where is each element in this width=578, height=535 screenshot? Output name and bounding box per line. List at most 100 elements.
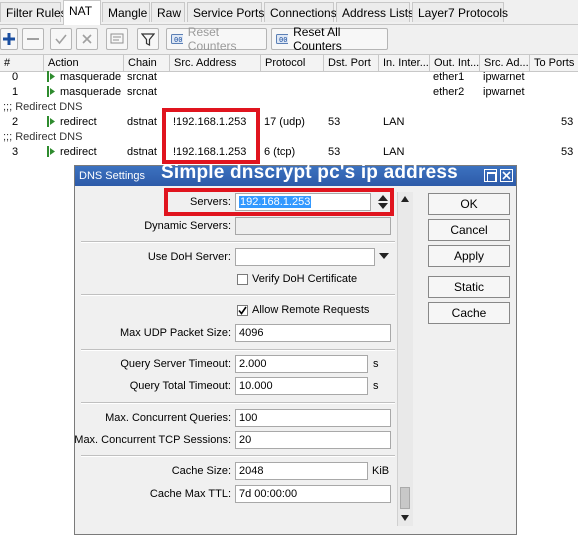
col-dst-port[interactable]: Dst. Port (324, 55, 379, 71)
table-row[interactable]: 1 masquerade srcnat ether2 ipwarnet (0, 85, 578, 100)
row-num: 1 (12, 86, 19, 98)
action-icon (47, 146, 55, 157)
apply-button[interactable]: Apply (428, 245, 510, 267)
scroll-up-icon[interactable] (401, 196, 409, 202)
row-protocol: 17 (udp) (264, 116, 305, 128)
reset-counters-icon: 00 (171, 34, 183, 44)
row-num: 3 (12, 146, 19, 158)
row-out-interface: ether2 (433, 86, 465, 98)
dropdown-arrow-icon[interactable] (379, 253, 389, 260)
svg-text:00: 00 (279, 36, 287, 44)
plus-icon (3, 33, 15, 45)
servers-value: 192.168.1.253 (239, 196, 312, 208)
row-dst-port: 53 (328, 146, 341, 158)
row-in-interface: LAN (383, 116, 405, 128)
row-action: redirect (47, 145, 97, 160)
table-row[interactable]: 3 redirect dstnat !192.168.1.253 6 (tcp)… (0, 145, 578, 160)
window-titlebar[interactable]: DNS Settings Simple dnscrypt pc's ip add… (75, 162, 516, 186)
tab-connections[interactable]: Connections (264, 2, 337, 22)
tab-filter-rules[interactable]: Filter Rules (0, 2, 67, 22)
separator (81, 402, 395, 404)
filter-button[interactable] (137, 28, 159, 50)
col-in-interface[interactable]: In. Inter... (379, 55, 430, 71)
filter-icon (141, 32, 155, 46)
row-out-interface: ether1 (433, 71, 465, 83)
row-in-interface: LAN (383, 146, 405, 158)
cache-max-ttl-input[interactable]: 7d 00:00:00 (235, 485, 391, 503)
row-action: masquerade (47, 70, 121, 85)
cache-max-ttl-label: Cache Max TTL: (149, 488, 231, 500)
close-icon[interactable] (500, 169, 513, 182)
separator (81, 349, 395, 351)
maximize-icon[interactable] (484, 169, 497, 182)
col-src-address-list[interactable]: Src. Ad... (480, 55, 530, 71)
use-doh-input[interactable] (235, 248, 375, 266)
comment-button[interactable] (106, 28, 128, 50)
tab-address-lists[interactable]: Address Lists (336, 2, 414, 22)
reset-all-counters-icon: 00 (276, 34, 289, 44)
enable-button[interactable] (50, 28, 72, 50)
check-icon (55, 34, 67, 45)
tab-layer7-protocols[interactable]: Layer7 Protocols (412, 2, 508, 22)
separator (81, 294, 395, 296)
table-row[interactable]: 0 masquerade srcnat ether1 ipwarnet (0, 70, 578, 85)
scroll-down-icon[interactable] (401, 515, 409, 521)
cache-button[interactable]: Cache (428, 302, 510, 324)
allow-remote-checkbox[interactable] (237, 305, 248, 316)
cancel-button[interactable]: Cancel (428, 219, 510, 241)
tab-nat[interactable]: NAT (63, 0, 101, 25)
query-total-timeout-unit: s (373, 380, 379, 392)
servers-input[interactable]: 192.168.1.253 (235, 193, 371, 211)
static-button[interactable]: Static (428, 276, 510, 298)
allow-remote-label: Allow Remote Requests (252, 304, 370, 316)
dns-settings-window: DNS Settings Simple dnscrypt pc's ip add… (74, 162, 517, 535)
disable-button[interactable] (76, 28, 98, 50)
scrollbar-thumb[interactable] (400, 487, 410, 509)
row-action-label: masquerade (60, 86, 122, 98)
col-action[interactable]: Action (44, 55, 124, 71)
reset-counters-button[interactable]: 00 Reset Counters (166, 25, 267, 53)
table-row[interactable]: 2 redirect dstnat !192.168.1.253 17 (udp… (0, 115, 578, 130)
use-doh-label: Use DoH Server: (147, 251, 231, 263)
add-button[interactable] (0, 28, 18, 50)
annotation-caption: Simple dnscrypt pc's ip address (161, 162, 458, 183)
col-protocol[interactable]: Protocol (261, 55, 324, 71)
tab-raw[interactable]: Raw (151, 2, 185, 22)
max-concurrent-queries-input[interactable]: 100 (235, 409, 391, 427)
query-server-timeout-input[interactable]: 2.000 (235, 355, 368, 373)
vertical-scrollbar[interactable] (397, 192, 413, 526)
row-chain: srcnat (127, 86, 157, 98)
max-udp-label: Max UDP Packet Size: (119, 327, 231, 339)
row-action: redirect (47, 115, 97, 130)
col-to-ports[interactable]: To Ports (530, 55, 578, 71)
max-concurrent-tcp-label: Max. Concurrent TCP Sessions: (74, 434, 231, 446)
tab-mangle[interactable]: Mangle (102, 2, 150, 22)
cache-size-input[interactable]: 2048 (235, 462, 368, 480)
query-total-timeout-input[interactable]: 10.000 (235, 377, 368, 395)
query-server-timeout-label: Query Server Timeout: (120, 358, 231, 370)
up-down-arrows-icon[interactable] (377, 194, 389, 210)
row-action-label: redirect (60, 116, 97, 128)
separator (81, 241, 395, 243)
row-dst-port: 53 (328, 116, 341, 128)
verify-doh-checkbox[interactable] (237, 274, 248, 285)
ok-button[interactable]: OK (428, 193, 510, 215)
col-chain[interactable]: Chain (124, 55, 170, 71)
reset-all-counters-button[interactable]: 00 Reset All Counters (271, 25, 388, 53)
dynamic-servers-label: Dynamic Servers: (144, 220, 231, 232)
tab-service-ports[interactable]: Service Ports (187, 2, 264, 22)
cache-size-label: Cache Size: (171, 465, 231, 477)
action-icon (47, 86, 55, 97)
col-num[interactable]: # (0, 55, 44, 71)
col-out-interface[interactable]: Out. Int... (430, 55, 480, 71)
max-udp-input[interactable]: 4096 (235, 324, 391, 342)
row-src-address-list: ipwarnet (483, 71, 525, 83)
max-concurrent-tcp-input[interactable]: 20 (235, 431, 391, 449)
toolbar: 00 Reset Counters 00 Reset All Counters (0, 25, 578, 54)
separator (81, 455, 395, 457)
src-address-highlight (162, 108, 260, 164)
row-num: 0 (12, 71, 19, 83)
x-icon (82, 34, 92, 44)
remove-button[interactable] (22, 28, 44, 50)
col-src-address[interactable]: Src. Address (170, 55, 261, 71)
